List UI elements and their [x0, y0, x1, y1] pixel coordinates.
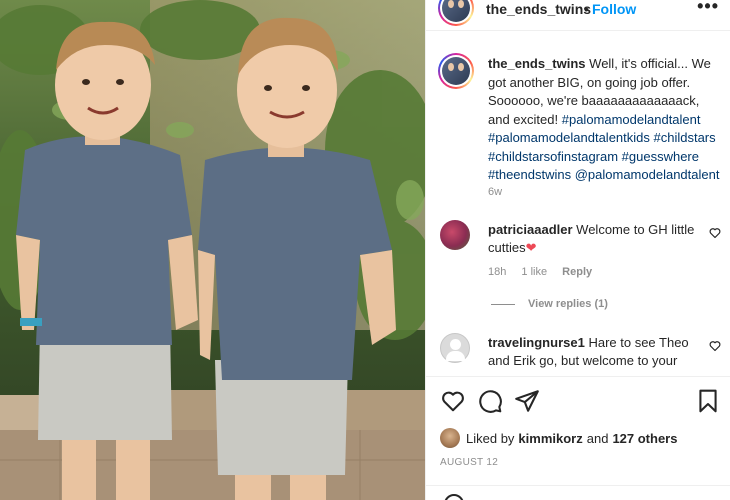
comment-item: travelingnurse1 Hare to see Theo and Eri…	[488, 334, 703, 370]
actions-divider	[426, 376, 730, 377]
post-caption: the_ends_twins Well, it's official... We…	[488, 55, 724, 185]
likes-summary[interactable]: Liked by kimmikorz and 127 others	[440, 428, 681, 448]
comment-username[interactable]: travelingnurse1	[488, 335, 585, 350]
red-heart-emoji: ❤	[525, 240, 537, 255]
header-separator: •	[584, 1, 589, 17]
liker-avatar[interactable]	[440, 428, 460, 448]
comment-likes[interactable]: 1 like	[521, 266, 547, 278]
comment-meta: 18h 1 like Reply	[488, 266, 604, 278]
more-options-icon[interactable]: •••	[697, 0, 719, 17]
caption-avatar[interactable]	[438, 53, 474, 89]
liker-username[interactable]: kimmikorz	[518, 431, 582, 446]
post-header: the_ends_twins • Follow •••	[426, 0, 730, 26]
replies-line	[491, 304, 515, 305]
comment-like-heart-icon[interactable]	[709, 340, 721, 355]
commenter-avatar[interactable]	[440, 220, 470, 250]
follow-button[interactable]: Follow	[592, 1, 636, 17]
comment-bubble-icon[interactable]	[477, 388, 503, 414]
profile-avatar[interactable]	[438, 0, 474, 26]
post-side-panel: the_ends_twins • Follow ••• the_ends_twi…	[425, 0, 730, 500]
emoji-icon[interactable]	[444, 494, 464, 500]
comment-box-divider	[426, 485, 730, 486]
comment-item: patriciaaadler Welcome to GH little cutt…	[488, 221, 703, 257]
likes-prefix: Liked by	[466, 430, 515, 446]
likes-others[interactable]: 127 others	[612, 431, 677, 446]
view-replies-button[interactable]: View replies (1)	[528, 298, 608, 310]
post-photo[interactable]	[0, 0, 425, 500]
bookmark-icon[interactable]	[695, 388, 721, 414]
paper-plane-icon[interactable]	[514, 388, 540, 414]
header-divider	[426, 30, 730, 31]
comment-username[interactable]: patriciaaadler	[488, 222, 573, 237]
caption-timestamp[interactable]: 6w	[488, 186, 502, 198]
likes-and: and	[586, 430, 609, 446]
post-actions	[426, 388, 730, 416]
header-username[interactable]: the_ends_twins	[486, 1, 591, 17]
comments-list[interactable]: the_ends_twins Well, it's official... We…	[426, 40, 730, 376]
post-date[interactable]: AUGUST 12	[440, 457, 498, 468]
heart-outline-icon[interactable]	[440, 388, 466, 414]
reply-button[interactable]: Reply	[562, 266, 592, 278]
photo-illustration	[0, 0, 425, 500]
default-avatar-icon[interactable]	[440, 333, 470, 363]
comment-time: 18h	[488, 266, 507, 278]
comment-like-heart-icon[interactable]	[709, 227, 721, 242]
caption-username[interactable]: the_ends_twins	[488, 56, 586, 71]
